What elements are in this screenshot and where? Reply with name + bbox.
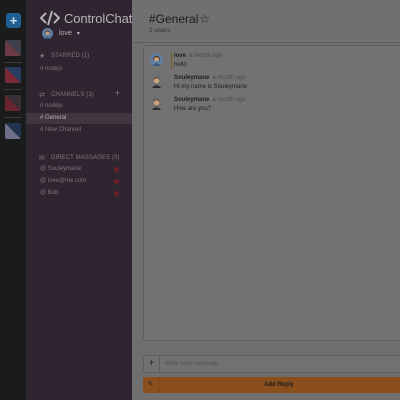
message-text: hello: [174, 62, 187, 68]
add-reply-button[interactable]: ✎ Add Reply: [143, 377, 400, 393]
channels-section-title: ⇄ CHANNELS (3): [39, 92, 94, 99]
status-dot: [114, 167, 119, 172]
add-workspace-button[interactable]: +: [6, 13, 21, 28]
message-item: Souleymane a month ago How are you?: [144, 97, 400, 119]
star-outline-icon[interactable]: ☆: [199, 12, 210, 26]
star-icon: ★: [39, 53, 46, 60]
channel-user-count: 2 users: [149, 27, 171, 34]
status-dot: [114, 191, 119, 196]
workspace-2-icon[interactable]: [5, 67, 21, 83]
exchange-icon: ⇄: [39, 92, 45, 99]
message-item: love a month ago hello: [144, 53, 400, 75]
add-channel-button[interactable]: +: [115, 88, 120, 98]
message-item: Souleymane a month ago Hi my name is Soul…: [144, 75, 400, 97]
message-time: a month ago: [212, 75, 246, 81]
sidebar: ControlChat love ▾ ★ STARRED (1) # nodej…: [26, 0, 132, 400]
message-author: Souleymane: [174, 97, 210, 103]
starred-item-nodejs[interactable]: # nodejs: [26, 64, 132, 75]
workspace-3-icon[interactable]: [5, 95, 21, 111]
app-title: ControlChat: [64, 10, 133, 26]
main-panel: #General ☆ 2 users love a month ago hello: [132, 0, 400, 400]
message-author: Souleymane: [174, 75, 210, 81]
status-dot: [114, 179, 119, 184]
workspace-1-icon[interactable]: [5, 40, 21, 56]
code-logo-icon: [40, 10, 60, 26]
message-list: love a month ago hello Souleymane a month …: [143, 45, 400, 341]
chevron-down-icon[interactable]: ▾: [77, 30, 80, 37]
add-reply-label: Add Reply: [264, 382, 294, 388]
channel-item-general[interactable]: # General: [26, 113, 132, 124]
dm-item-love[interactable]: @ love@me.com: [26, 176, 132, 187]
rail-divider: [4, 117, 22, 118]
channel-header: #General ☆ 2 users: [132, 0, 400, 43]
starred-section-title: ★ STARRED (1): [39, 53, 90, 60]
man-avatar-icon: [150, 75, 163, 88]
channel-item-nodejs[interactable]: # nodejs: [26, 101, 132, 112]
message-time: a month ago: [189, 53, 223, 59]
message-composer: +: [143, 355, 400, 373]
edit-icon: ✎: [143, 377, 159, 393]
message-input[interactable]: [161, 356, 400, 372]
rail-divider: [4, 89, 22, 90]
channel-title: #General ☆: [149, 12, 211, 26]
highlight-bar: [171, 53, 172, 69]
user-avatar-icon: [42, 28, 53, 39]
message-text: How are you?: [174, 106, 212, 112]
user-menu[interactable]: love ▾: [42, 28, 80, 39]
username: love: [59, 30, 72, 37]
message-author: love: [174, 53, 187, 59]
envelope-icon: ✉: [39, 155, 45, 162]
woman-avatar-icon: [150, 53, 163, 66]
dm-item-bob[interactable]: @ Bob: [26, 188, 132, 199]
message-text: Hi my name is Souleymane: [174, 84, 248, 90]
dm-item-souleymane[interactable]: @ Souleymane: [26, 164, 132, 175]
man-avatar-icon: [150, 97, 163, 110]
attach-button[interactable]: +: [144, 356, 160, 372]
brand: ControlChat: [40, 9, 132, 27]
direct-messages-section-title: ✉ DIRECT MASSAGES (3): [39, 155, 120, 162]
workspace-4-icon[interactable]: [5, 123, 21, 139]
message-time: a month ago: [212, 97, 246, 103]
channel-item-new-channel[interactable]: # New Channel: [26, 125, 132, 136]
workspace-rail: +: [0, 0, 26, 400]
rail-divider: [4, 62, 22, 63]
